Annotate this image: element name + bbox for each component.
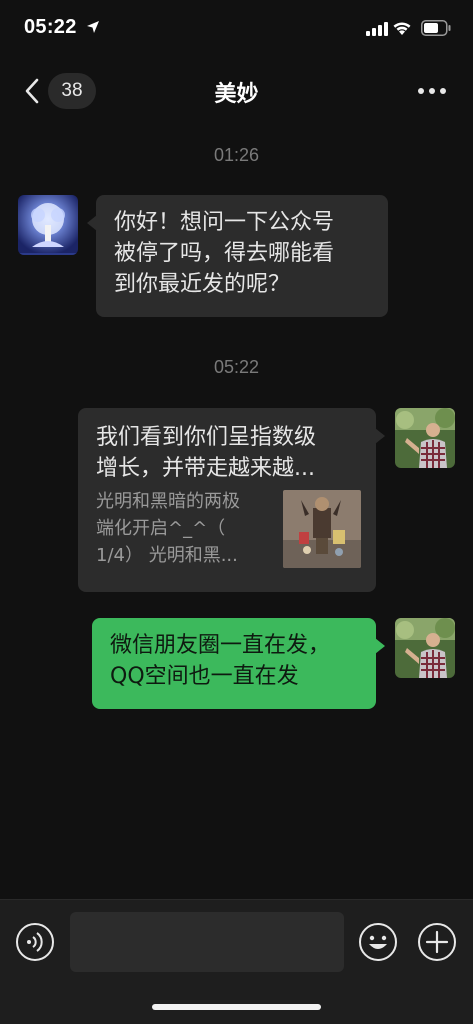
- voice-icon: [15, 923, 55, 966]
- article-thumbnail: [283, 490, 361, 568]
- chat-screen: 05:22 38 美妙 01:26 你好！想问一下公众号 被停了吗，得去哪能看 …: [0, 0, 473, 1024]
- status-bar: 05:22: [0, 0, 473, 58]
- message-timestamp: 01:26: [213, 145, 260, 165]
- wifi-icon: [392, 20, 412, 40]
- link-card-title: 我们看到你们呈指数级 增长，并带走越来越...: [96, 425, 317, 481]
- chat-title: 美妙: [214, 82, 259, 107]
- message-text-line: 被停了吗，得去哪能看: [114, 241, 335, 266]
- location-arrow-icon: [86, 19, 100, 38]
- home-indicator: [152, 1004, 321, 1010]
- nav-bar: 38 美妙: [0, 58, 473, 122]
- plus-button[interactable]: [417, 922, 457, 962]
- my-avatar[interactable]: [395, 408, 455, 468]
- outgoing-message-bubble[interactable]: 微信朋友圈一直在发， QQ空间也一直在发: [92, 618, 385, 709]
- more-button[interactable]: [410, 78, 454, 102]
- message-timestamp: 05:22: [213, 357, 260, 377]
- plus-icon: [417, 923, 457, 966]
- emoji-icon: [358, 923, 398, 966]
- contact-avatar[interactable]: [18, 195, 78, 255]
- link-card-description: 光明和黑暗的两极 端化开启^_^（ 1/4） 光明和黑...: [96, 491, 240, 566]
- voice-button[interactable]: [15, 922, 55, 962]
- emoji-button[interactable]: [358, 922, 398, 962]
- input-bar: [0, 899, 473, 1024]
- my-avatar[interactable]: [395, 618, 455, 678]
- cellular-signal-icon: [366, 21, 388, 40]
- message-text-line: 微信朋友圈一直在发，: [110, 633, 331, 658]
- more-dots-icon: [418, 88, 424, 94]
- status-time: 05:22: [24, 16, 77, 38]
- message-text-line: 你好！想问一下公众号: [114, 210, 335, 235]
- message-input[interactable]: [70, 912, 344, 972]
- link-card-bubble[interactable]: 我们看到你们呈指数级 增长，并带走越来越... 光明和黑暗的两极 端化开启^_^…: [78, 408, 385, 592]
- message-text-line: QQ空间也一直在发: [110, 664, 299, 689]
- incoming-message-bubble[interactable]: 你好！想问一下公众号 被停了吗，得去哪能看 到你最近发的呢？: [87, 195, 388, 317]
- battery-icon: [421, 20, 451, 40]
- message-text-line: 到你最近发的呢？: [114, 272, 291, 297]
